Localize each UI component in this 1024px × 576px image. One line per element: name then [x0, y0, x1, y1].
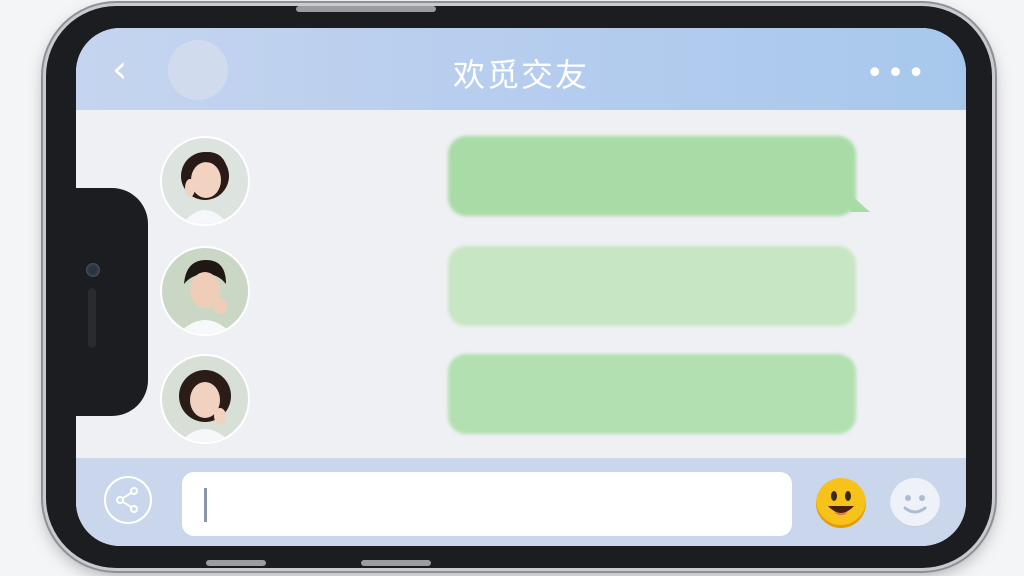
message-row	[160, 354, 940, 444]
message-row	[160, 136, 940, 226]
message-bubble[interactable]	[448, 136, 856, 216]
message-row	[160, 246, 940, 336]
grinning-emoji-icon[interactable]	[816, 478, 866, 528]
page-title: 欢觅交友	[452, 56, 589, 94]
message-input[interactable]	[182, 472, 792, 536]
front-camera	[86, 263, 100, 277]
avatar-female-user-2[interactable]	[160, 354, 250, 444]
phone-frame: ‹ 欢觅交友 •••	[46, 6, 992, 568]
speaker-grille	[88, 288, 96, 348]
smiley-face-icon[interactable]	[890, 478, 940, 528]
input-bar	[76, 458, 966, 546]
message-list	[76, 112, 966, 458]
camera-notch	[76, 188, 148, 416]
phone-screen: ‹ 欢觅交友 •••	[76, 28, 966, 546]
avatar-male-user[interactable]	[160, 246, 250, 336]
bubble-tail	[850, 194, 870, 212]
more-dots-icon[interactable]: •••	[866, 56, 928, 91]
volume-button	[296, 6, 436, 12]
message-bubble[interactable]	[448, 246, 856, 326]
chat-header: ‹ 欢觅交友 •••	[76, 28, 966, 110]
side-button	[206, 560, 266, 566]
message-bubble[interactable]	[448, 354, 856, 434]
share-icon[interactable]	[104, 476, 152, 524]
side-button	[361, 560, 431, 566]
avatar-female-user-1[interactable]	[160, 136, 250, 226]
